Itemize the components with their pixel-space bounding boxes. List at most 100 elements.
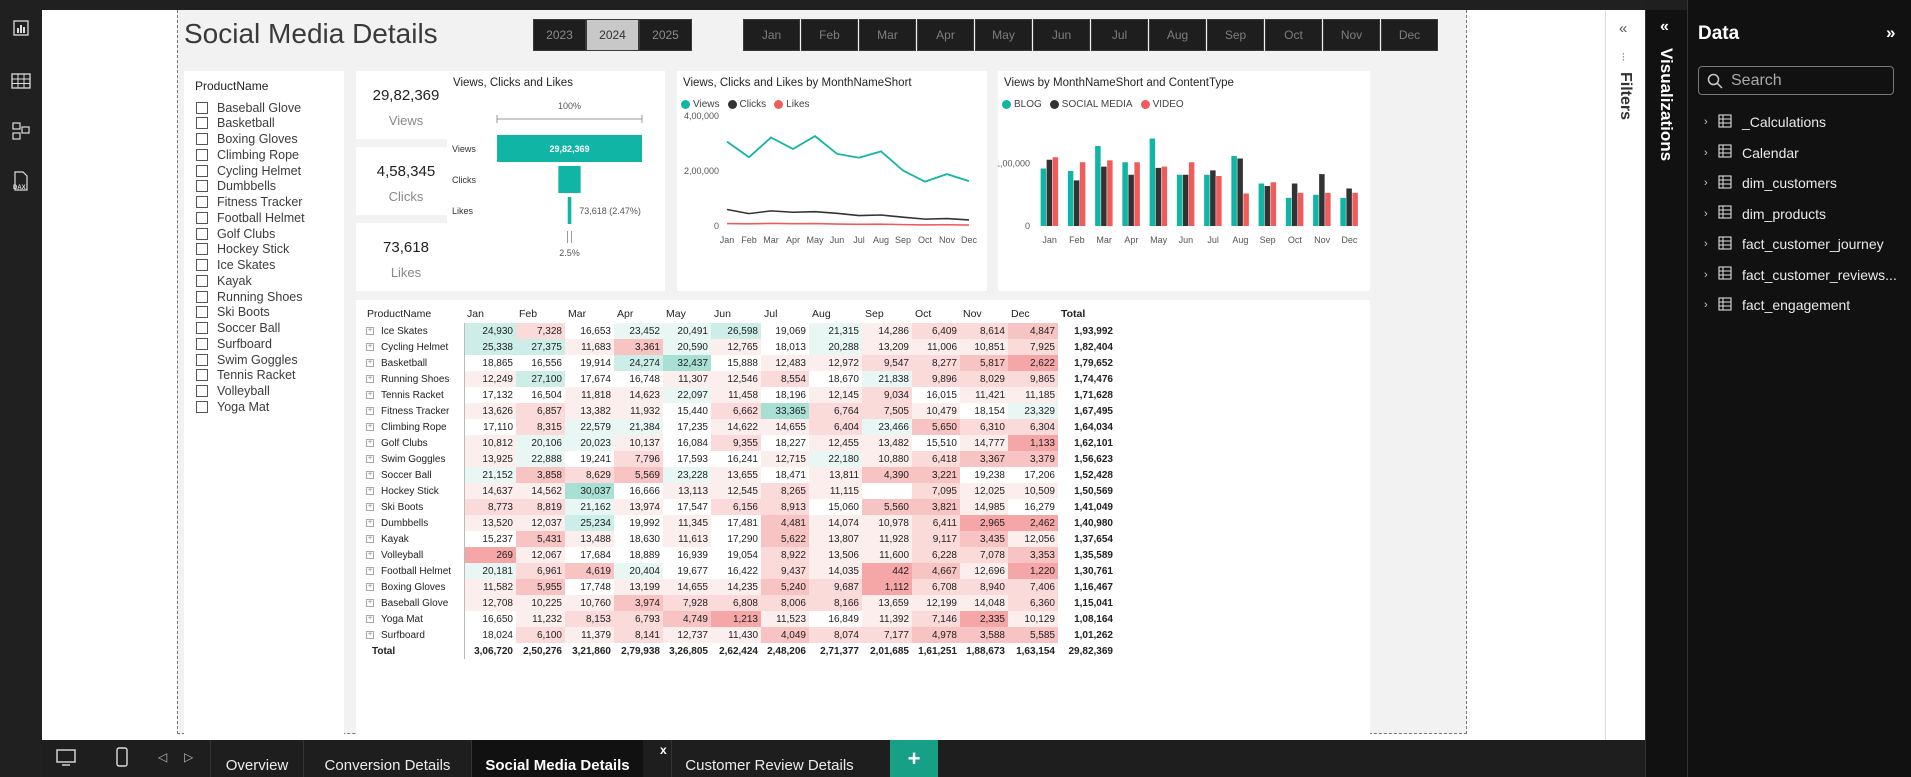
slicer-checkbox[interactable] [196, 274, 208, 287]
slicer-checkbox[interactable] [196, 148, 208, 161]
table-view-icon[interactable] [4, 64, 38, 98]
expand-filters-icon[interactable]: « [1619, 20, 1627, 37]
slicer-checkbox[interactable] [196, 133, 208, 145]
expand-visualizations-icon[interactable]: « [1660, 18, 1669, 36]
previous-page-icon[interactable]: ◁ [158, 750, 167, 764]
slicer-item[interactable]: Golf Clubs [196, 225, 275, 242]
month-button[interactable]: Dec [1381, 19, 1438, 51]
slicer-checkbox[interactable] [196, 164, 208, 177]
add-page-button[interactable]: + [890, 740, 938, 777]
slicer-item[interactable]: Running Shoes [196, 288, 302, 305]
month-button[interactable]: Aug [1149, 19, 1206, 51]
expand-row-icon[interactable]: + [366, 502, 374, 511]
column-header[interactable]: Mar [565, 305, 614, 323]
tab-customer-review-details[interactable]: Customer Review Details [671, 740, 867, 777]
column-header[interactable]: Dec [1008, 305, 1058, 323]
funnel-chart[interactable]: Views, Clicks and Likes 100% Views 29,82,3… [447, 71, 665, 291]
column-header[interactable]: Nov [960, 305, 1008, 323]
data-table-item[interactable]: › dim_customers [1704, 173, 1837, 193]
slicer-checkbox[interactable] [196, 400, 208, 413]
table-row[interactable]: + Soccer Ball 21,152 3,858 8,629 5,569 23,228 1… [364, 467, 1116, 483]
slicer-checkbox[interactable] [196, 101, 208, 114]
desktop-layout-icon[interactable] [56, 749, 76, 772]
expand-row-icon[interactable]: + [366, 454, 374, 463]
slicer-checkbox[interactable] [196, 337, 208, 350]
total-column-header[interactable]: Total [1058, 305, 1116, 323]
month-button[interactable]: Jan [743, 19, 800, 51]
table-row[interactable]: + Surfboard 18,024 6,100 11,379 8,141 12,737 11… [364, 627, 1116, 643]
chevron-right-icon[interactable]: › [1704, 299, 1718, 311]
table-row[interactable]: + Volleyball 269 12,067 17,684 18,889 16,939 19… [364, 547, 1116, 563]
slicer-checkbox[interactable] [196, 117, 208, 130]
table-row[interactable]: + Tennis Racket 17,132 16,504 11,818 14,623 22… [364, 387, 1116, 403]
slicer-checkbox[interactable] [196, 196, 208, 208]
slicer-checkbox[interactable] [196, 290, 208, 303]
year-button-2023[interactable]: 2023 [533, 19, 586, 51]
table-row[interactable]: + Kayak 15,237 5,431 13,488 18,630 11,613 17,29… [364, 531, 1116, 547]
column-header[interactable]: Sep [862, 305, 912, 323]
column-header[interactable]: May [663, 305, 711, 323]
expand-row-icon[interactable]: + [366, 582, 374, 591]
chevron-right-icon[interactable]: › [1704, 238, 1718, 250]
line-chart[interactable]: Views, Clicks and Likes by MonthNameShor… [677, 71, 987, 291]
data-table-item[interactable]: › dim_products [1704, 204, 1826, 224]
slicer-checkbox[interactable] [196, 353, 208, 366]
table-row[interactable]: + Dumbbells 13,520 12,037 25,234 19,992 11,345… [364, 515, 1116, 531]
data-table-item[interactable]: › fact_customer_reviews... [1704, 265, 1897, 285]
slicer-checkbox[interactable] [196, 243, 208, 256]
chevron-right-icon[interactable]: › [1704, 177, 1718, 189]
slicer-item[interactable]: Yoga Mat [196, 398, 269, 415]
data-table-item[interactable]: › _Calculations [1704, 112, 1826, 132]
column-header[interactable]: Aug [809, 305, 862, 323]
expand-row-icon[interactable]: + [366, 390, 374, 399]
model-view-icon[interactable] [4, 114, 38, 148]
product-month-matrix[interactable]: ProductName Jan Feb Mar Apr May Jun Jul Aug Sep Oc… [356, 300, 1370, 734]
column-header[interactable]: Jan [464, 305, 516, 323]
filters-pane[interactable]: « ⫶ Filters [1605, 10, 1645, 740]
table-row[interactable]: + Ice Skates 24,930 7,328 16,653 23,452 20,491… [364, 323, 1116, 339]
slicer-item[interactable]: Kayak [196, 272, 252, 289]
collapse-data-pane-icon[interactable]: » [1886, 23, 1895, 43]
slicer-item[interactable]: Boxing Gloves [196, 131, 298, 148]
month-button[interactable]: Feb [801, 19, 858, 51]
slicer-item[interactable]: Swim Goggles [196, 351, 298, 368]
expand-row-icon[interactable]: + [366, 342, 374, 351]
table-row[interactable]: + Running Shoes 12,249 27,100 17,674 16,748 11… [364, 371, 1116, 387]
slicer-item[interactable]: Cycling Helmet [196, 162, 301, 179]
slicer-checkbox[interactable] [196, 227, 208, 240]
expand-row-icon[interactable]: + [366, 326, 374, 335]
close-tab-icon[interactable]: x [660, 743, 667, 757]
slicer-item[interactable]: Basketball [196, 115, 275, 132]
expand-row-icon[interactable]: + [366, 630, 374, 639]
table-row[interactable]: + Ski Boots 8,773 8,819 21,162 13,974 17,547 6,… [364, 499, 1116, 515]
report-view-icon[interactable] [4, 11, 38, 45]
slicer-checkbox[interactable] [196, 259, 208, 271]
expand-row-icon[interactable]: + [366, 566, 374, 575]
slicer-item[interactable]: Fitness Tracker [196, 194, 302, 211]
table-row[interactable]: + Fitness Tracker 13,626 6,857 13,382 11,932 1… [364, 403, 1116, 419]
expand-row-icon[interactable]: + [366, 406, 374, 415]
slicer-checkbox[interactable] [196, 369, 208, 382]
year-button-2025[interactable]: 2025 [639, 19, 692, 51]
table-row[interactable]: + Baseball Glove 12,708 10,225 10,760 3,974 7,… [364, 595, 1116, 611]
expand-row-icon[interactable]: + [366, 438, 374, 447]
expand-row-icon[interactable]: + [366, 374, 374, 383]
table-row[interactable]: + Golf Clubs 10,812 20,106 20,023 10,137 16,08… [364, 435, 1116, 451]
slicer-item[interactable]: Hockey Stick [196, 241, 289, 258]
slicer-item[interactable]: Dumbbells [196, 178, 276, 195]
column-header[interactable]: Apr [614, 305, 663, 323]
chevron-right-icon[interactable]: › [1704, 147, 1718, 159]
visualizations-pane[interactable]: « Visualizations [1645, 10, 1687, 777]
expand-row-icon[interactable]: + [366, 534, 374, 543]
month-button[interactable]: Oct [1265, 19, 1322, 51]
tab-social-media-details[interactable]: Social Media Details [471, 740, 643, 777]
table-row[interactable]: + Football Helmet 20,181 6,961 4,619 20,404 19… [364, 563, 1116, 579]
slicer-item[interactable]: Soccer Ball [196, 320, 280, 337]
table-row[interactable]: + Cycling Helmet 25,338 27,375 11,683 3,361 20… [364, 339, 1116, 355]
slicer-checkbox[interactable] [196, 385, 208, 397]
data-table-item[interactable]: › fact_engagement [1704, 295, 1850, 315]
clustered-bar-chart[interactable]: Views by MonthNameShort and ContentType … [998, 71, 1370, 291]
table-row[interactable]: + Hockey Stick 14,637 14,562 30,037 16,666 13,… [364, 483, 1116, 499]
tab-conversion-details[interactable]: Conversion Details [303, 740, 471, 777]
slicer-checkbox[interactable] [196, 306, 208, 319]
